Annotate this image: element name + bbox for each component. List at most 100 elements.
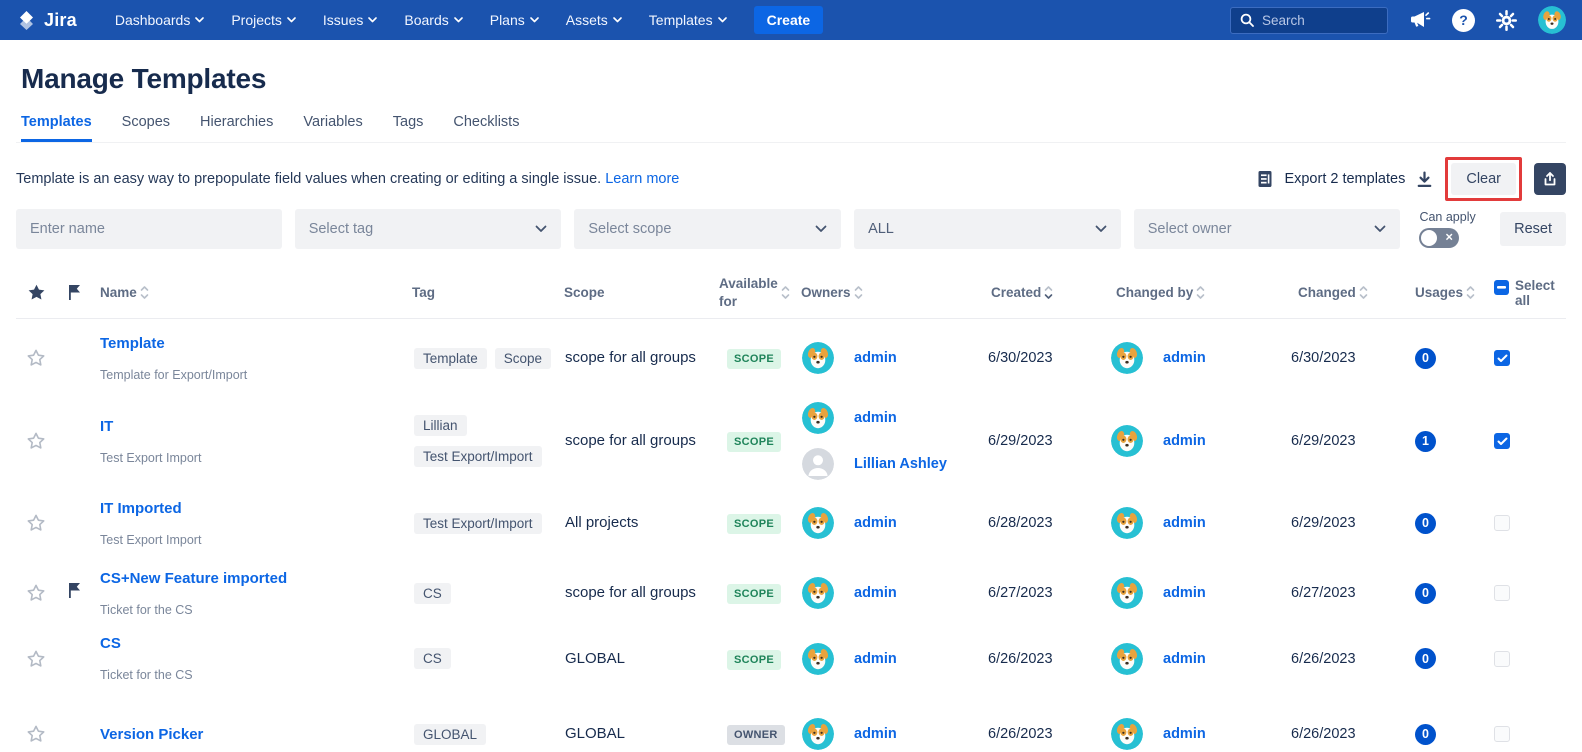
changed-by-link[interactable]: admin bbox=[1163, 726, 1206, 742]
export-download-button[interactable] bbox=[1416, 171, 1433, 188]
header-scope: Scope bbox=[556, 284, 711, 302]
dog-avatar[interactable] bbox=[802, 402, 834, 434]
announcements-button[interactable] bbox=[1409, 10, 1431, 30]
row-created-cell: 6/26/2023 bbox=[983, 650, 1108, 668]
template-name-link[interactable]: CS bbox=[100, 635, 396, 652]
dog-avatar[interactable] bbox=[802, 507, 834, 539]
dog-avatar[interactable] bbox=[1111, 718, 1143, 750]
share-button[interactable] bbox=[1534, 163, 1566, 195]
available-for-badge: SCOPE bbox=[727, 349, 781, 369]
owner-link[interactable]: admin bbox=[854, 410, 897, 426]
tab-templates[interactable]: Templates bbox=[21, 114, 92, 142]
reset-button[interactable]: Reset bbox=[1500, 212, 1566, 246]
dog-avatar[interactable] bbox=[802, 342, 834, 374]
dog-avatar[interactable] bbox=[1111, 507, 1143, 539]
owner-link[interactable]: Lillian Ashley bbox=[854, 456, 947, 472]
changed-by-link[interactable]: admin bbox=[1163, 350, 1206, 366]
owner-link[interactable]: admin bbox=[854, 651, 897, 667]
row-checkbox[interactable] bbox=[1494, 585, 1510, 601]
tab-variables[interactable]: Variables bbox=[303, 114, 362, 142]
changed-by-link[interactable]: admin bbox=[1163, 433, 1206, 449]
owner-link[interactable]: admin bbox=[854, 350, 897, 366]
help-icon: ? bbox=[1452, 9, 1475, 32]
tag-filter-select[interactable]: Select tag bbox=[295, 209, 562, 249]
name-filter-input[interactable] bbox=[30, 221, 268, 237]
person-avatar[interactable] bbox=[802, 448, 834, 480]
template-name-link[interactable]: IT bbox=[100, 418, 396, 435]
dog-avatar[interactable] bbox=[1111, 425, 1143, 457]
scope-filter-select[interactable]: Select scope bbox=[574, 209, 841, 249]
row-checkbox[interactable] bbox=[1494, 350, 1510, 366]
favorite-star-button[interactable] bbox=[26, 348, 46, 368]
table-row: IT Imported Test Export Import Test Expo… bbox=[16, 485, 1566, 561]
tab-hierarchies[interactable]: Hierarchies bbox=[200, 114, 273, 142]
changed-date: 6/30/2023 bbox=[1291, 350, 1356, 366]
favorite-star-button[interactable] bbox=[26, 513, 46, 533]
favorite-star-button[interactable] bbox=[26, 431, 46, 451]
sort-icon bbox=[1466, 285, 1475, 300]
usages-badge: 0 bbox=[1415, 724, 1436, 745]
settings-button[interactable] bbox=[1496, 10, 1517, 31]
header-changed-by[interactable]: Changed by bbox=[1108, 284, 1290, 302]
owner-link[interactable]: admin bbox=[854, 515, 897, 531]
favorite-star-button[interactable] bbox=[26, 649, 46, 669]
template-name-link[interactable]: Template bbox=[100, 335, 396, 352]
learn-more-link[interactable]: Learn more bbox=[605, 171, 679, 187]
row-checkbox[interactable] bbox=[1494, 651, 1510, 667]
favorite-star-button[interactable] bbox=[26, 583, 46, 603]
nav-item-boards[interactable]: Boards bbox=[404, 12, 462, 28]
row-checkbox[interactable] bbox=[1494, 433, 1510, 449]
owner-link[interactable]: admin bbox=[854, 726, 897, 742]
row-checkbox[interactable] bbox=[1494, 726, 1510, 742]
row-changed-cell: 6/26/2023 bbox=[1290, 650, 1407, 668]
changed-by-link[interactable]: admin bbox=[1163, 651, 1206, 667]
nav-item-dashboards[interactable]: Dashboards bbox=[115, 12, 205, 28]
changed-by-link[interactable]: admin bbox=[1163, 585, 1206, 601]
search-input[interactable] bbox=[1262, 13, 1372, 28]
jira-logo[interactable]: Jira bbox=[16, 10, 77, 31]
share-icon bbox=[1542, 171, 1558, 187]
header-label: Name bbox=[100, 284, 137, 302]
type-filter-select[interactable]: ALL bbox=[854, 209, 1121, 249]
template-name-link[interactable]: IT Imported bbox=[100, 500, 396, 517]
changed-by-link[interactable]: admin bbox=[1163, 515, 1206, 531]
tab-scopes[interactable]: Scopes bbox=[122, 114, 170, 142]
tab-tags[interactable]: Tags bbox=[393, 114, 424, 142]
nav-item-plans[interactable]: Plans bbox=[490, 12, 539, 28]
template-name-link[interactable]: Version Picker bbox=[100, 726, 396, 743]
header-label: Changed by bbox=[1116, 284, 1193, 302]
templates-table: Name TagScopeAvailable for Owners Create… bbox=[16, 267, 1566, 752]
row-owners-cell: admin Lillian Ashley bbox=[793, 402, 983, 480]
dog-avatar[interactable] bbox=[1111, 577, 1143, 609]
nav-item-issues[interactable]: Issues bbox=[323, 12, 377, 28]
header-owners[interactable]: Owners bbox=[793, 284, 983, 302]
can-apply-toggle[interactable]: ✕ bbox=[1419, 228, 1459, 248]
help-button[interactable]: ? bbox=[1452, 9, 1475, 32]
nav-item-projects[interactable]: Projects bbox=[231, 12, 296, 28]
template-name-link[interactable]: CS+New Feature imported bbox=[100, 570, 396, 587]
owner-filter-select[interactable]: Select owner bbox=[1134, 209, 1401, 249]
dog-avatar[interactable] bbox=[1111, 342, 1143, 374]
tab-checklists[interactable]: Checklists bbox=[453, 114, 519, 142]
check-icon bbox=[1497, 354, 1508, 363]
dog-avatar[interactable] bbox=[802, 643, 834, 675]
user-avatar[interactable] bbox=[1538, 6, 1566, 34]
clear-button[interactable]: Clear bbox=[1451, 163, 1516, 195]
header-available-for[interactable]: Available for bbox=[711, 275, 793, 310]
header-changed[interactable]: Changed bbox=[1290, 284, 1407, 302]
nav-item-templates[interactable]: Templates bbox=[649, 12, 727, 28]
row-checkbox[interactable] bbox=[1494, 515, 1510, 531]
dog-avatar[interactable] bbox=[802, 577, 834, 609]
create-button[interactable]: Create bbox=[754, 6, 824, 34]
select-all-checkbox[interactable] bbox=[1494, 280, 1509, 295]
owner-link[interactable]: admin bbox=[854, 585, 897, 601]
header-name[interactable]: Name bbox=[92, 284, 404, 302]
favorite-star-button[interactable] bbox=[26, 724, 46, 744]
header-usages[interactable]: Usages bbox=[1407, 284, 1492, 302]
nav-right: ? bbox=[1230, 6, 1566, 34]
dog-avatar[interactable] bbox=[1111, 643, 1143, 675]
nav-search[interactable] bbox=[1230, 7, 1388, 34]
header-created[interactable]: Created bbox=[983, 284, 1108, 302]
nav-item-assets[interactable]: Assets bbox=[566, 12, 622, 28]
dog-avatar[interactable] bbox=[802, 718, 834, 750]
